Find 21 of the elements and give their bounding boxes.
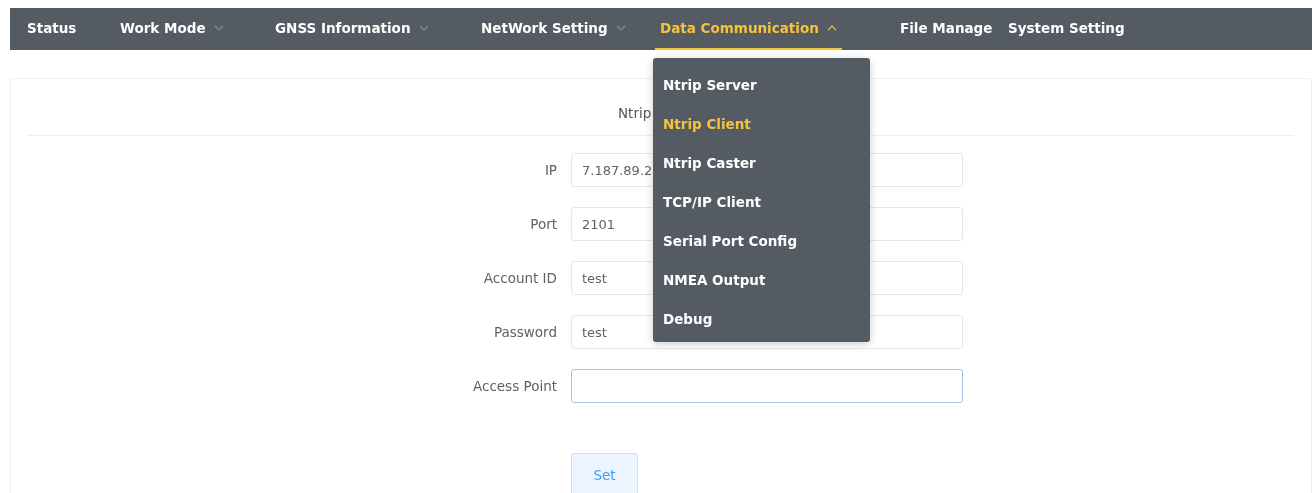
- nav-tab[interactable]: Work Mode: [115, 8, 229, 50]
- field-label: IP: [544, 162, 557, 178]
- nav-tab[interactable]: Data Communication: [655, 8, 842, 50]
- menu-item[interactable]: TCP/IP Client: [653, 182, 870, 221]
- form-title: Ntrip: [618, 105, 652, 123]
- nav-tab[interactable]: NetWork Setting: [476, 8, 631, 50]
- menu-item[interactable]: Debug: [653, 299, 870, 338]
- menu-item[interactable]: Ntrip Client: [653, 104, 870, 143]
- nav-tab[interactable]: Status: [22, 8, 82, 50]
- field-label: Port: [530, 216, 557, 232]
- menu-item[interactable]: Serial Port Config: [653, 221, 870, 260]
- input-field[interactable]: [571, 369, 963, 403]
- field-label: Password: [493, 324, 557, 340]
- menu-item[interactable]: Ntrip Caster: [653, 143, 870, 182]
- nav-tab[interactable]: GNSS Information: [270, 8, 434, 50]
- field-label: Account ID: [483, 270, 557, 286]
- menu-item[interactable]: NMEA Output: [653, 260, 870, 299]
- menu-item[interactable]: Ntrip Server: [653, 65, 870, 104]
- field-label: Access Point: [472, 378, 557, 394]
- nav-tab[interactable]: System Setting: [1003, 8, 1130, 50]
- nav-tab[interactable]: File Manage: [895, 8, 998, 50]
